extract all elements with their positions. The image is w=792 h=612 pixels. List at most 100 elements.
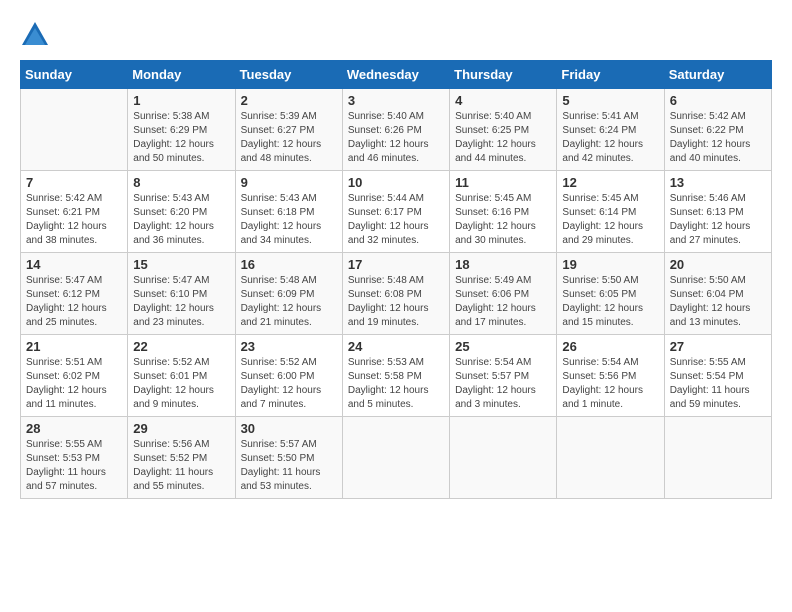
day-info: Sunrise: 5:39 AM Sunset: 6:27 PM Dayligh… <box>241 110 337 166</box>
day-info: Sunrise: 5:46 AM Sunset: 6:13 PM Dayligh… <box>670 192 766 248</box>
week-row-4: 21 Sunrise: 5:51 AM Sunset: 6:02 PM Dayli… <box>21 335 772 417</box>
day-info: Sunrise: 5:48 AM Sunset: 6:09 PM Dayligh… <box>241 274 337 330</box>
day-info: Sunrise: 5:52 AM Sunset: 6:00 PM Dayligh… <box>241 356 337 412</box>
day-info: Sunrise: 5:53 AM Sunset: 5:58 PM Dayligh… <box>348 356 444 412</box>
day-info: Sunrise: 5:42 AM Sunset: 6:21 PM Dayligh… <box>26 192 122 248</box>
day-number: 14 <box>26 257 122 272</box>
calendar-cell: 9Sunrise: 5:43 AM Sunset: 6:18 PM Daylig… <box>235 171 342 253</box>
day-number: 18 <box>455 257 551 272</box>
calendar-cell: 8Sunrise: 5:43 AM Sunset: 6:20 PM Daylig… <box>128 171 235 253</box>
calendar-cell: 19 Sunrise: 5:50 AM Sunset: 6:05 PM Dayli… <box>557 253 664 335</box>
calendar-cell: 6Sunrise: 5:42 AM Sunset: 6:22 PM Daylig… <box>664 89 771 171</box>
day-info: Sunrise: 5:45 AM Sunset: 6:16 PM Dayligh… <box>455 192 551 248</box>
day-number: 23 <box>241 339 337 354</box>
column-header-saturday: Saturday <box>664 61 771 89</box>
week-row-2: 7 Sunrise: 5:42 AM Sunset: 6:21 PM Daylig… <box>21 171 772 253</box>
day-info: Sunrise: 5:45 AM Sunset: 6:14 PM Dayligh… <box>562 192 658 248</box>
calendar-cell: 29 Sunrise: 5:56 AM Sunset: 5:52 PM Dayli… <box>128 417 235 499</box>
day-info: Sunrise: 5:48 AM Sunset: 6:08 PM Dayligh… <box>348 274 444 330</box>
day-info: Sunrise: 5:50 AM Sunset: 6:05 PM Dayligh… <box>562 274 658 330</box>
day-info: Sunrise: 5:44 AM Sunset: 6:17 PM Dayligh… <box>348 192 444 248</box>
day-number: 21 <box>26 339 122 354</box>
day-number: 19 <box>562 257 658 272</box>
day-info: Sunrise: 5:55 AM Sunset: 5:54 PM Dayligh… <box>670 356 766 412</box>
day-number: 12 <box>562 175 658 190</box>
column-header-thursday: Thursday <box>450 61 557 89</box>
header-row: SundayMondayTuesdayWednesdayThursdayFrid… <box>21 61 772 89</box>
day-info: Sunrise: 5:56 AM Sunset: 5:52 PM Dayligh… <box>133 438 229 494</box>
calendar-cell: 16 Sunrise: 5:48 AM Sunset: 6:09 PM Dayli… <box>235 253 342 335</box>
column-header-wednesday: Wednesday <box>342 61 449 89</box>
calendar-cell: 26Sunrise: 5:54 AM Sunset: 5:56 PM Dayli… <box>557 335 664 417</box>
day-info: Sunrise: 5:49 AM Sunset: 6:06 PM Dayligh… <box>455 274 551 330</box>
calendar-cell: 10 Sunrise: 5:44 AM Sunset: 6:17 PM Dayli… <box>342 171 449 253</box>
week-row-5: 28 Sunrise: 5:55 AM Sunset: 5:53 PM Dayli… <box>21 417 772 499</box>
calendar-cell: 15 Sunrise: 5:47 AM Sunset: 6:10 PM Dayli… <box>128 253 235 335</box>
calendar-cell: 28 Sunrise: 5:55 AM Sunset: 5:53 PM Dayli… <box>21 417 128 499</box>
day-number: 17 <box>348 257 444 272</box>
page-header <box>20 20 772 50</box>
column-header-friday: Friday <box>557 61 664 89</box>
calendar-cell: 5 Sunrise: 5:41 AM Sunset: 6:24 PM Daylig… <box>557 89 664 171</box>
day-number: 9 <box>241 175 337 190</box>
calendar-cell: 21 Sunrise: 5:51 AM Sunset: 6:02 PM Dayli… <box>21 335 128 417</box>
calendar-cell: 18 Sunrise: 5:49 AM Sunset: 6:06 PM Dayli… <box>450 253 557 335</box>
week-row-1: 1Sunrise: 5:38 AM Sunset: 6:29 PM Daylig… <box>21 89 772 171</box>
day-info: Sunrise: 5:41 AM Sunset: 6:24 PM Dayligh… <box>562 110 658 166</box>
day-number: 1 <box>133 93 229 108</box>
day-info: Sunrise: 5:54 AM Sunset: 5:56 PM Dayligh… <box>562 356 658 412</box>
day-number: 13 <box>670 175 766 190</box>
calendar-cell: 30 Sunrise: 5:57 AM Sunset: 5:50 PM Dayli… <box>235 417 342 499</box>
day-number: 27 <box>670 339 766 354</box>
calendar-cell <box>450 417 557 499</box>
day-info: Sunrise: 5:47 AM Sunset: 6:12 PM Dayligh… <box>26 274 122 330</box>
day-number: 24 <box>348 339 444 354</box>
day-number: 7 <box>26 175 122 190</box>
calendar-cell: 25 Sunrise: 5:54 AM Sunset: 5:57 PM Dayli… <box>450 335 557 417</box>
calendar-cell <box>21 89 128 171</box>
day-number: 15 <box>133 257 229 272</box>
day-number: 25 <box>455 339 551 354</box>
day-number: 16 <box>241 257 337 272</box>
day-info: Sunrise: 5:52 AM Sunset: 6:01 PM Dayligh… <box>133 356 229 412</box>
day-number: 28 <box>26 421 122 436</box>
day-info: Sunrise: 5:40 AM Sunset: 6:26 PM Dayligh… <box>348 110 444 166</box>
day-number: 22 <box>133 339 229 354</box>
day-info: Sunrise: 5:40 AM Sunset: 6:25 PM Dayligh… <box>455 110 551 166</box>
calendar-cell: 11 Sunrise: 5:45 AM Sunset: 6:16 PM Dayli… <box>450 171 557 253</box>
day-number: 30 <box>241 421 337 436</box>
day-info: Sunrise: 5:54 AM Sunset: 5:57 PM Dayligh… <box>455 356 551 412</box>
day-info: Sunrise: 5:47 AM Sunset: 6:10 PM Dayligh… <box>133 274 229 330</box>
calendar-cell: 12 Sunrise: 5:45 AM Sunset: 6:14 PM Dayli… <box>557 171 664 253</box>
calendar-cell: 24 Sunrise: 5:53 AM Sunset: 5:58 PM Dayli… <box>342 335 449 417</box>
week-row-3: 14 Sunrise: 5:47 AM Sunset: 6:12 PM Dayli… <box>21 253 772 335</box>
calendar-cell: 17 Sunrise: 5:48 AM Sunset: 6:08 PM Dayli… <box>342 253 449 335</box>
calendar-cell: 3 Sunrise: 5:40 AM Sunset: 6:26 PM Daylig… <box>342 89 449 171</box>
day-info: Sunrise: 5:51 AM Sunset: 6:02 PM Dayligh… <box>26 356 122 412</box>
day-info: Sunrise: 5:43 AM Sunset: 6:20 PM Dayligh… <box>133 192 229 248</box>
column-header-monday: Monday <box>128 61 235 89</box>
calendar-cell: 7 Sunrise: 5:42 AM Sunset: 6:21 PM Daylig… <box>21 171 128 253</box>
calendar-cell: 2 Sunrise: 5:39 AM Sunset: 6:27 PM Daylig… <box>235 89 342 171</box>
logo <box>20 20 54 50</box>
day-info: Sunrise: 5:57 AM Sunset: 5:50 PM Dayligh… <box>241 438 337 494</box>
day-number: 4 <box>455 93 551 108</box>
day-info: Sunrise: 5:50 AM Sunset: 6:04 PM Dayligh… <box>670 274 766 330</box>
calendar-cell <box>557 417 664 499</box>
day-info: Sunrise: 5:55 AM Sunset: 5:53 PM Dayligh… <box>26 438 122 494</box>
day-info: Sunrise: 5:42 AM Sunset: 6:22 PM Dayligh… <box>670 110 766 166</box>
day-number: 20 <box>670 257 766 272</box>
calendar-cell <box>664 417 771 499</box>
day-number: 5 <box>562 93 658 108</box>
day-number: 11 <box>455 175 551 190</box>
calendar-cell: 22 Sunrise: 5:52 AM Sunset: 6:01 PM Dayli… <box>128 335 235 417</box>
day-number: 10 <box>348 175 444 190</box>
calendar-cell: 27 Sunrise: 5:55 AM Sunset: 5:54 PM Dayli… <box>664 335 771 417</box>
day-number: 3 <box>348 93 444 108</box>
calendar-cell: 23 Sunrise: 5:52 AM Sunset: 6:00 PM Dayli… <box>235 335 342 417</box>
day-number: 29 <box>133 421 229 436</box>
calendar-cell: 20 Sunrise: 5:50 AM Sunset: 6:04 PM Dayli… <box>664 253 771 335</box>
calendar-cell: 13 Sunrise: 5:46 AM Sunset: 6:13 PM Dayli… <box>664 171 771 253</box>
day-number: 2 <box>241 93 337 108</box>
column-header-tuesday: Tuesday <box>235 61 342 89</box>
